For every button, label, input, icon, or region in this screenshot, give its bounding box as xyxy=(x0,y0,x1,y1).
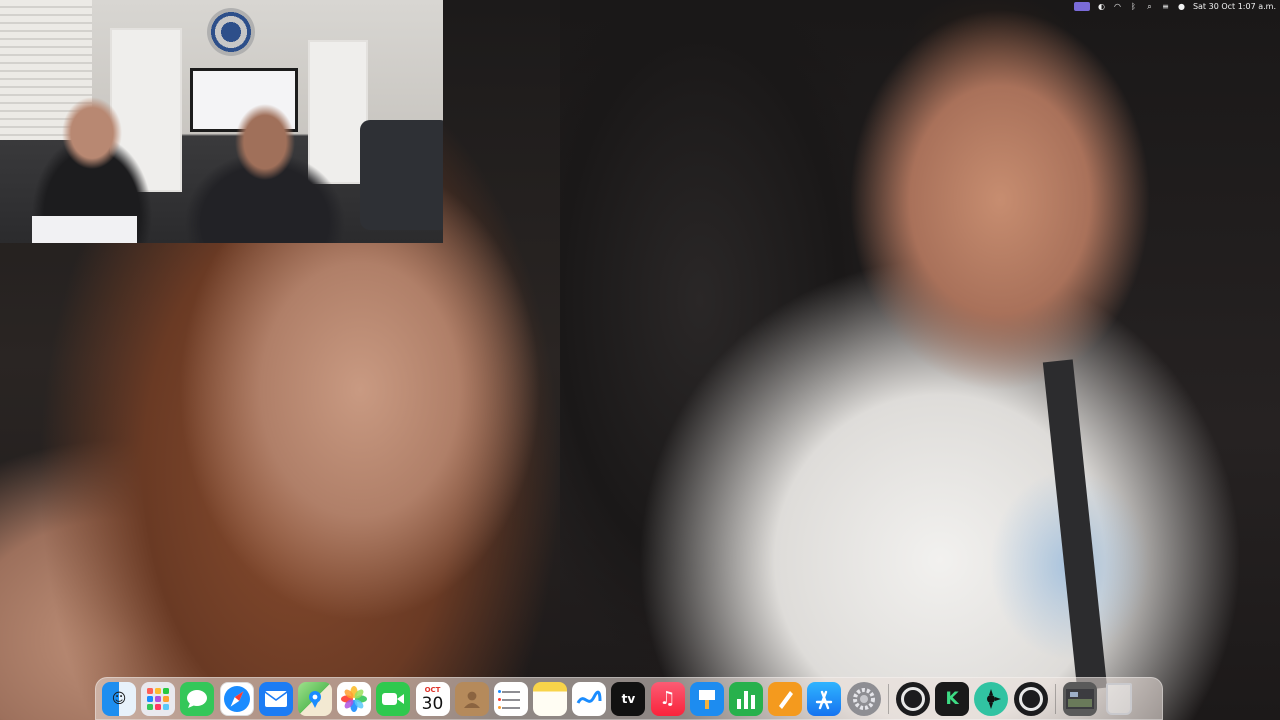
finder-icon[interactable]: ☺ xyxy=(102,681,136,716)
streamlabs-glyph xyxy=(987,688,1002,709)
appletv-label: tv xyxy=(621,691,636,706)
envelope xyxy=(264,690,288,707)
moon-icon[interactable]: ◐ xyxy=(1097,2,1106,11)
safari-icon[interactable] xyxy=(219,681,254,716)
numbers-bar xyxy=(744,690,748,709)
laptop xyxy=(32,216,137,243)
music-note: ♫ xyxy=(659,688,676,709)
reminders-dot xyxy=(497,705,501,709)
reminders-line xyxy=(501,690,520,693)
obs-icon[interactable] xyxy=(1013,681,1048,716)
menu-bar: ◐ ◠ ᛒ ⌕ ≡ ● Sat 30 Oct 1:07 a.m. xyxy=(1036,0,1280,12)
streamlabs-icon[interactable] xyxy=(974,681,1009,716)
calendar-month: OCT xyxy=(424,685,441,694)
reminders-dot xyxy=(497,689,501,693)
gear-icon[interactable] xyxy=(846,681,881,716)
maps-icon[interactable] xyxy=(297,681,332,716)
map-pin xyxy=(308,690,321,708)
messages-icon[interactable] xyxy=(180,681,215,716)
podium xyxy=(698,689,715,709)
obs-ring xyxy=(900,686,925,711)
compass xyxy=(223,685,250,712)
numbers-bar xyxy=(737,698,741,709)
app-store-a xyxy=(816,690,833,709)
reminders-line xyxy=(501,706,520,709)
video-camera xyxy=(382,692,405,705)
screen-record-icon[interactable] xyxy=(1073,1,1090,11)
pen xyxy=(779,690,794,709)
dock: ☺ OCT 30 tv ♫ K xyxy=(95,677,1163,720)
freeform-icon[interactable] xyxy=(572,681,607,716)
desktop-photo-right xyxy=(560,0,1280,720)
notes-icon[interactable] xyxy=(533,681,568,716)
gear xyxy=(852,687,875,710)
launchpad-icon[interactable] xyxy=(141,681,176,716)
search-icon[interactable]: ⌕ xyxy=(1145,2,1154,11)
facetime-icon[interactable] xyxy=(376,681,411,716)
speech-bubble xyxy=(187,689,208,708)
appletv-icon[interactable]: tv xyxy=(611,681,646,716)
reminders-icon[interactable] xyxy=(493,681,528,716)
shield-decoration xyxy=(207,8,255,56)
launchpad-grid xyxy=(147,687,170,710)
dock-separator xyxy=(887,683,889,714)
bluetooth-icon[interactable]: ᛒ xyxy=(1129,2,1138,11)
calendar-day: 30 xyxy=(421,693,444,714)
trash-icon[interactable] xyxy=(1102,682,1136,716)
contact-silhouette xyxy=(463,691,480,708)
menu-clock[interactable]: Sat 30 Oct 1:07 a.m. xyxy=(1193,2,1276,11)
game-icon[interactable] xyxy=(1062,681,1097,716)
wifi-icon[interactable]: ◠ xyxy=(1113,2,1122,11)
contacts-icon[interactable] xyxy=(454,681,489,716)
pinwheel xyxy=(341,685,368,712)
reminders-line xyxy=(501,698,520,701)
couch xyxy=(360,120,443,230)
kick-icon[interactable]: K xyxy=(935,681,970,716)
reminders-dot xyxy=(497,697,501,701)
obs-icon[interactable] xyxy=(895,681,930,716)
game-thumbnail xyxy=(1065,688,1094,709)
trash-can xyxy=(1106,682,1133,715)
dock-separator xyxy=(1054,683,1056,714)
squiggle xyxy=(576,690,602,704)
webcam-overlay xyxy=(0,0,443,243)
control-center-icon[interactable]: ≡ xyxy=(1161,2,1170,11)
numbers-bar xyxy=(751,694,755,709)
numbers-icon[interactable] xyxy=(729,681,763,716)
keynote-icon[interactable] xyxy=(689,681,724,716)
pages-icon[interactable] xyxy=(768,681,803,716)
photos-icon[interactable] xyxy=(337,681,372,716)
obs-ring xyxy=(1018,686,1043,711)
music-icon[interactable]: ♫ xyxy=(650,681,685,716)
streamer-right xyxy=(185,92,345,243)
appstore-icon[interactable] xyxy=(807,681,842,716)
calendar-icon[interactable]: OCT 30 xyxy=(415,681,450,716)
kick-label: K xyxy=(945,688,959,709)
siri-icon[interactable]: ● xyxy=(1177,2,1186,11)
mail-icon[interactable] xyxy=(258,681,293,716)
